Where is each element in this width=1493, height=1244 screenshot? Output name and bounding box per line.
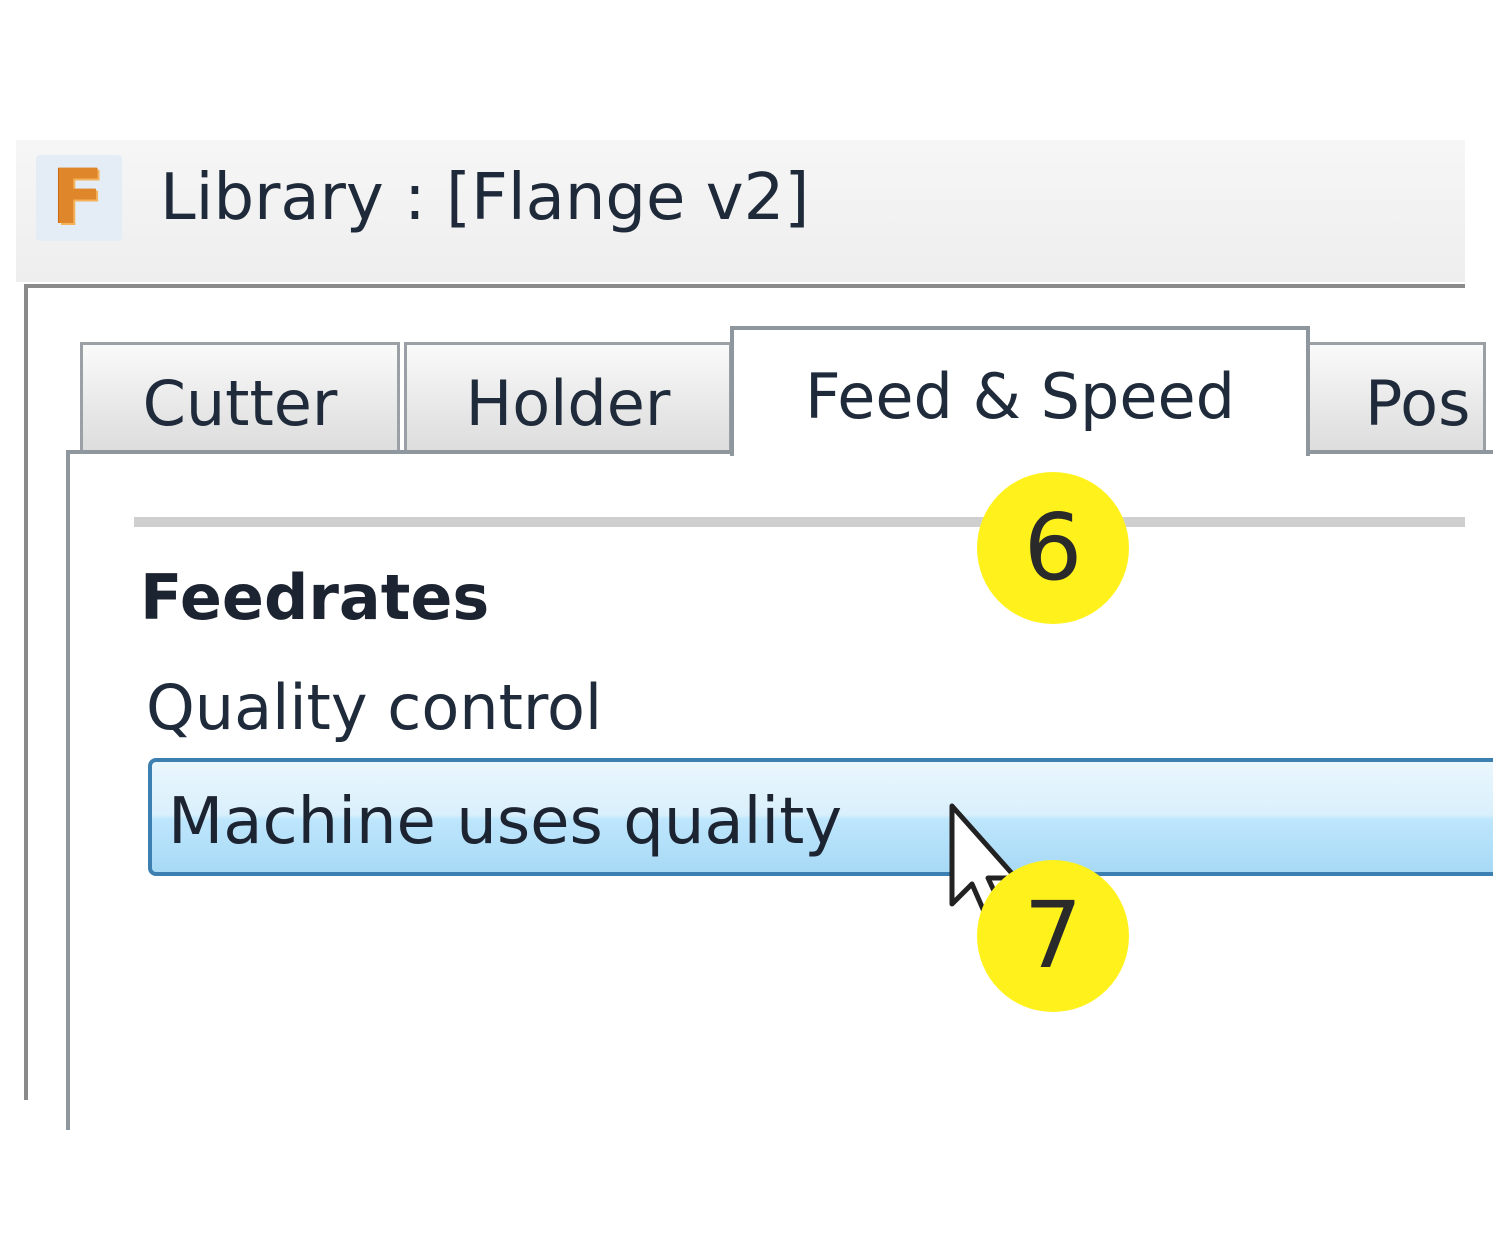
quality-control-dropdown[interactable]: Machine uses quality: [148, 758, 1493, 876]
quality-control-label: Quality control: [146, 671, 603, 744]
window-frame: [24, 284, 28, 1100]
section-divider: [134, 517, 1465, 527]
quality-control-value: Machine uses quality: [168, 785, 843, 859]
callout-6: 6: [977, 472, 1129, 624]
tab-post-processor[interactable]: Pos: [1306, 342, 1486, 454]
tab-cutter[interactable]: Cutter: [80, 342, 400, 454]
app-icon: F: [36, 155, 122, 241]
app-icon-letter: F: [52, 152, 104, 241]
tab-holder[interactable]: Holder: [404, 342, 732, 454]
callout-7: 7: [977, 860, 1129, 1012]
window-frame-top: [24, 284, 1465, 288]
section-heading-feedrates: Feedrates: [140, 561, 490, 634]
tab-feed-and-speed[interactable]: Feed & Speed: [730, 326, 1310, 456]
window-title: Library : [Flange v2]: [160, 161, 810, 235]
